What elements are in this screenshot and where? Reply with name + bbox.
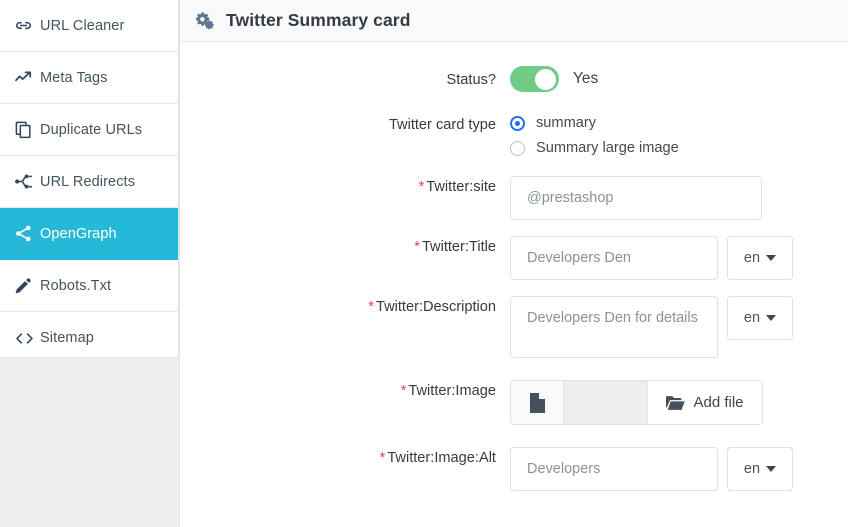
sidebar-item-label: Duplicate URLs: [40, 121, 143, 138]
label-text: Twitter:Image: [408, 383, 496, 399]
twitter-image-alt-language-dropdown[interactable]: en: [727, 447, 793, 491]
folder-open-icon: [666, 395, 686, 411]
radio-icon-summary-large-image[interactable]: [510, 140, 525, 156]
link-icon: [14, 16, 40, 35]
sidebar-item-meta-tags[interactable]: Meta Tags: [0, 52, 178, 104]
required-asterisk: *: [379, 450, 386, 466]
twitter-site-label: * Twitter:site: [180, 176, 510, 198]
required-asterisk: *: [418, 179, 425, 195]
main-panel: Twitter Summary card Status? Yes Twitter…: [179, 0, 848, 527]
card-type-label: Twitter card type: [388, 117, 496, 133]
radio-icon-summary[interactable]: [510, 115, 525, 131]
add-file-label: Add file: [693, 394, 744, 411]
sidebar-nav: URL Cleaner Meta Tags Duplicate URLs URL…: [0, 0, 179, 358]
language-code: en: [743, 250, 761, 266]
file-icon: [511, 381, 564, 424]
sidebar-item-sitemap[interactable]: Sitemap: [0, 312, 178, 357]
chevron-down-icon: [766, 255, 777, 261]
sidebar-item-robots-txt[interactable]: Robots.Txt: [0, 260, 178, 312]
label-text: Twitter:site: [426, 179, 496, 195]
code-icon: [14, 329, 40, 348]
twitter-description-label: * Twitter:Description: [180, 296, 510, 318]
sidebar-item-duplicate-urls[interactable]: Duplicate URLs: [0, 104, 178, 156]
card-type-radio-group: summary Summary large image: [510, 112, 679, 156]
form-row-twitter-title: *Twitter:Title en: [180, 236, 848, 280]
form-row-twitter-image: * Twitter:Image Add file: [180, 380, 848, 425]
sidebar-item-label: Robots.Txt: [40, 277, 112, 294]
sitemap-icon: [14, 172, 40, 191]
twitter-image-alt-label: * Twitter:Image:Alt: [180, 447, 510, 469]
share-icon: [14, 224, 40, 243]
trend-up-icon: [14, 68, 40, 87]
status-label: Status?: [446, 72, 497, 88]
radio-label: summary: [536, 115, 596, 131]
twitter-description-language-dropdown[interactable]: en: [727, 296, 793, 340]
form-row-twitter-image-alt: *Twitter:Image:Alt en: [180, 447, 848, 491]
twitter-title-input[interactable]: [510, 236, 718, 280]
radio-label: Summary large image: [536, 140, 679, 156]
twitter-title-label: * Twitter:Title: [180, 236, 510, 258]
status-value-text: Yes: [573, 70, 599, 87]
radio-option-summary[interactable]: summary: [510, 115, 679, 131]
sidebar-item-url-redirects[interactable]: URL Redirects: [0, 156, 178, 208]
sidebar-item-label: OpenGraph: [40, 225, 117, 242]
sidebar-item-opengraph[interactable]: OpenGraph: [0, 208, 178, 260]
twitter-title-language-dropdown[interactable]: en: [727, 236, 793, 280]
twitter-description-textarea[interactable]: [510, 296, 718, 358]
form-row-twitter-description: *Twitter:Description en: [180, 296, 848, 358]
language-code: en: [743, 461, 761, 477]
twitter-image-label: * Twitter:Image: [180, 380, 510, 402]
cogs-icon: [195, 10, 219, 32]
sidebar-item-label: Sitemap: [40, 330, 94, 346]
sidebar-item-label: Meta Tags: [40, 69, 108, 86]
twitter-image-alt-input[interactable]: [510, 447, 718, 491]
twitter-image-file-input-group: Add file: [510, 380, 763, 425]
form-row-status: Status? Yes: [180, 62, 848, 96]
sidebar-item-label: URL Cleaner: [40, 17, 125, 34]
label-text: Twitter:Description: [375, 299, 496, 315]
app-root: URL Cleaner Meta Tags Duplicate URLs URL…: [0, 0, 848, 527]
label-text: Twitter:Image:Alt: [387, 450, 496, 466]
form-row-card-type: Twitter card type summary Summary large …: [180, 112, 848, 156]
status-toggle[interactable]: [510, 66, 559, 92]
form-body: Status? Yes Twitter card type summary Su…: [180, 42, 848, 527]
sidebar-item-url-cleaner[interactable]: URL Cleaner: [0, 0, 178, 52]
page-title: Twitter Summary card: [226, 10, 411, 30]
sidebar-item-label: URL Redirects: [40, 173, 136, 190]
add-file-button[interactable]: Add file: [648, 381, 762, 424]
toggle-knob: [535, 68, 556, 90]
required-asterisk: *: [400, 383, 407, 399]
label-text: Twitter:Title: [421, 239, 496, 255]
required-asterisk: *: [368, 299, 374, 315]
panel-header: Twitter Summary card: [180, 0, 848, 42]
twitter-site-input[interactable]: [510, 176, 762, 220]
file-name-display: [564, 381, 648, 424]
pencil-icon: [14, 276, 40, 295]
form-row-twitter-site: * Twitter:site: [180, 176, 848, 220]
language-code: en: [743, 310, 761, 326]
radio-option-summary-large-image[interactable]: Summary large image: [510, 140, 679, 156]
chevron-down-icon: [766, 315, 777, 321]
copy-icon: [14, 120, 40, 139]
chevron-down-icon: [766, 466, 777, 472]
required-asterisk: *: [414, 239, 420, 255]
